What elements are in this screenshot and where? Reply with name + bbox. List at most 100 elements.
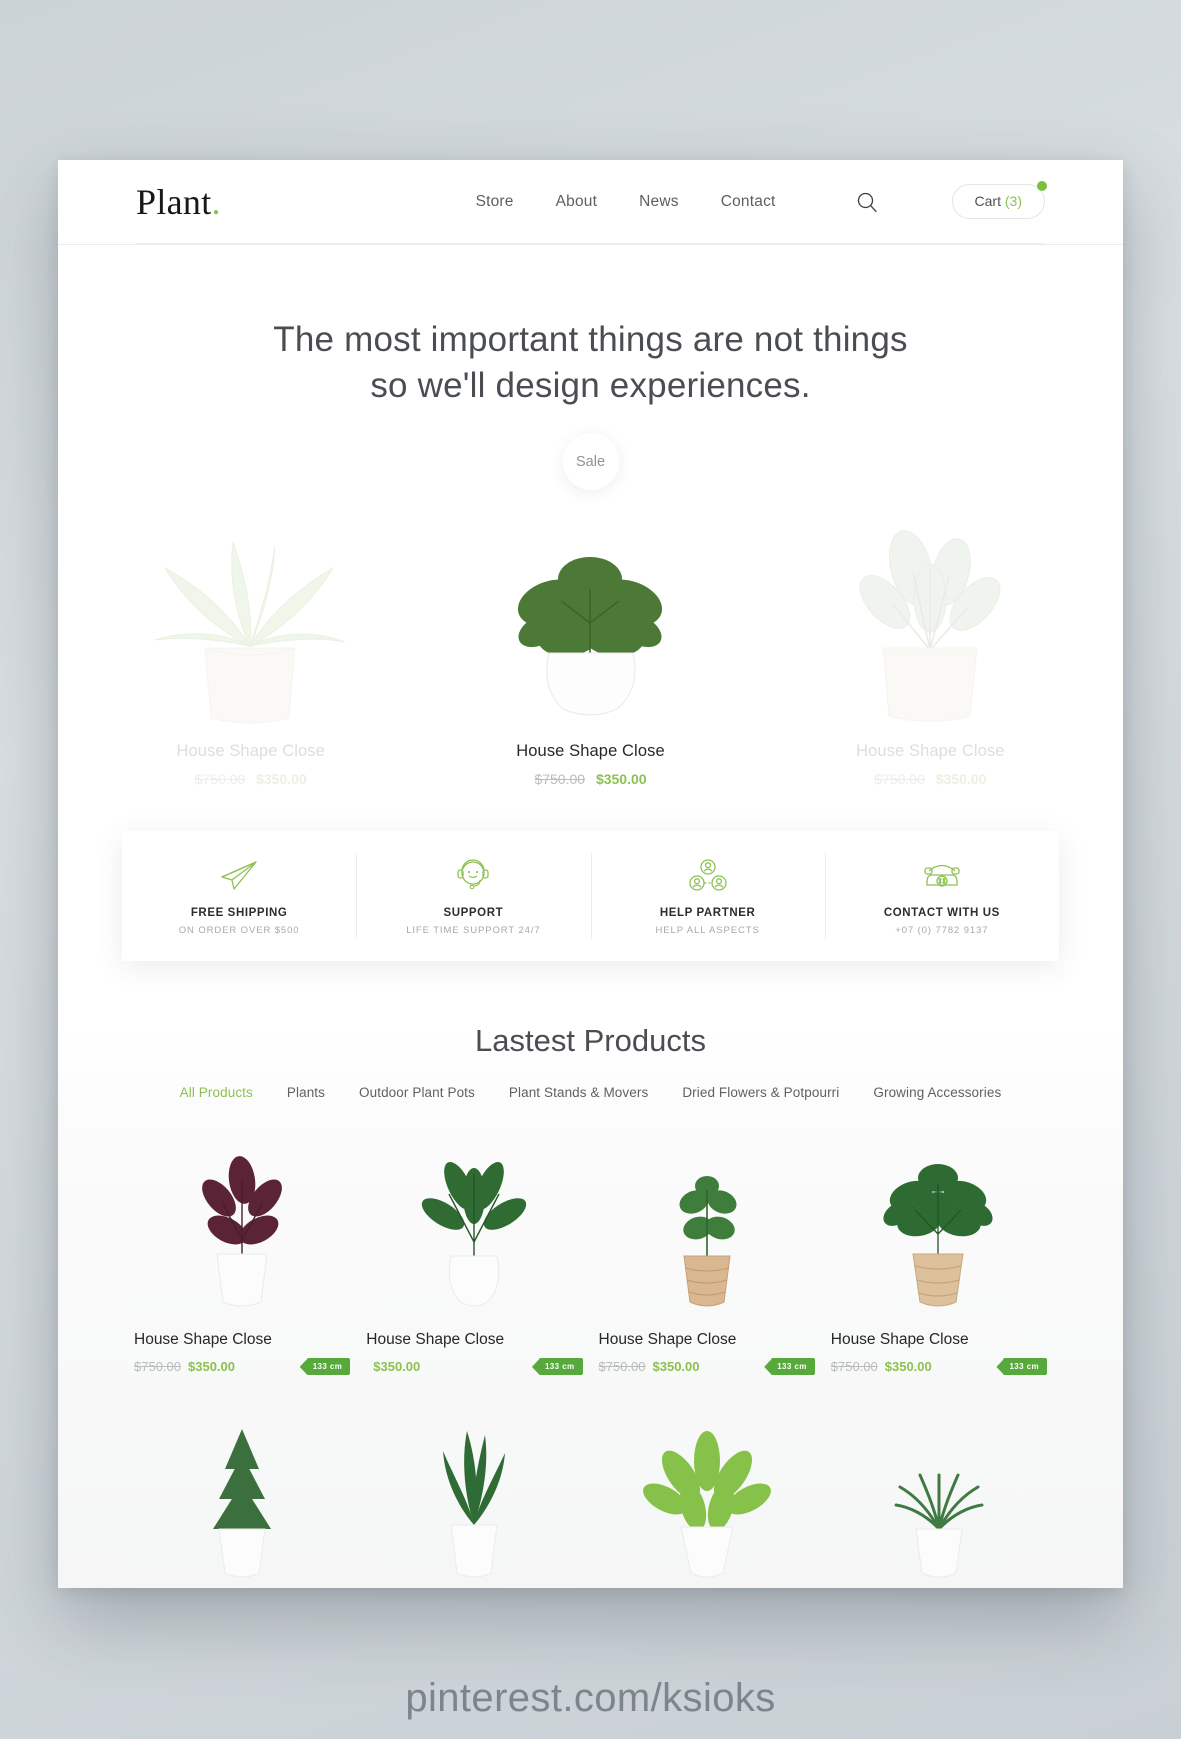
product-image-light-fern (599, 1411, 815, 1586)
logo-dot: . (211, 181, 221, 222)
product-name: House Shape Close (598, 1331, 737, 1349)
nav-item-about[interactable]: About (556, 193, 598, 211)
telephone-icon (921, 856, 963, 894)
filter-plant-stands-movers[interactable]: Plant Stands & Movers (509, 1085, 648, 1100)
filter-growing-accessories[interactable]: Growing Accessories (873, 1085, 1001, 1100)
sale-badge: Sale (562, 433, 619, 491)
product-card[interactable]: House Shape Close $750.00 $350.00 133 cm (591, 1140, 823, 1401)
feature-title: SUPPORT (443, 907, 504, 920)
product-name: House Shape Close (176, 742, 325, 761)
feature-subtitle: +07 (0) 7782 9137 (895, 925, 989, 937)
filter-outdoor-plant-pots[interactable]: Outdoor Plant Pots (359, 1085, 475, 1100)
product-filter-tabs: All Products Plants Outdoor Plant Pots P… (58, 1085, 1123, 1100)
product-price: $750.00 $350.00 (778, 771, 1083, 787)
feature-title: CONTACT WITH US (883, 907, 1000, 920)
filter-all-products[interactable]: All Products (180, 1085, 253, 1100)
product-name: House Shape Close (134, 1331, 272, 1349)
nav-item-store[interactable]: Store (476, 193, 514, 211)
product-image-bushy-plant (831, 1140, 1047, 1315)
price-original: $750.00 (534, 771, 586, 788)
product-image-broad-leaf (366, 1140, 582, 1315)
feature-free-shipping[interactable]: FREE SHIPPING ON ORDER OVER $500 (122, 831, 356, 961)
hero-line-1: The most important things are not things (273, 320, 908, 359)
price-current: $350.00 (652, 1359, 700, 1375)
paper-plane-icon (220, 856, 258, 894)
price-current: $350.00 (935, 771, 987, 788)
price-current: $350.00 (256, 771, 307, 788)
product-price: $750.00 $350.00 (438, 771, 743, 787)
price-original: $750.00 (598, 1359, 646, 1375)
feature-subtitle: LIFE TIME SUPPORT 24/7 (406, 925, 541, 937)
logo-text: Plant (136, 181, 212, 222)
product-card[interactable]: House Shape Close $350.00 133 cm (358, 1140, 590, 1401)
feature-title: HELP PARTNER (659, 907, 756, 920)
product-card[interactable]: House Shape Close $750.00 $350.00 133 cm (126, 1140, 358, 1401)
cart-notification-dot (1037, 181, 1047, 191)
product-meta: $750.00 $350.00 133 cm (830, 1358, 1047, 1376)
hero-section: The most important things are not things… (58, 245, 1123, 409)
size-badge: 133 cm (1003, 1358, 1047, 1376)
product-card[interactable]: House Shape Close $750.00 $350.00 133 cm (591, 1411, 823, 1588)
price-current: $350.00 (884, 1359, 932, 1375)
watermark: pinterest.com/ksioks (405, 1676, 776, 1720)
site-header: Plant. Store About News Contact Cart (3) (58, 160, 1123, 245)
price-original: $750.00 (874, 771, 925, 788)
filter-plants[interactable]: Plants (287, 1085, 325, 1100)
page-title: The most important things are not things… (58, 317, 1123, 409)
size-badge: 133 cm (306, 1358, 351, 1376)
hero-line-2: so we'll design experiences. (370, 366, 811, 406)
feature-help-partner[interactable]: HELP PARTNER HELP ALL ASPECTS (590, 831, 825, 961)
carousel-slide[interactable]: House Shape Close $750.00 $350.00 (778, 518, 1083, 787)
price-current: $350.00 (373, 1359, 421, 1375)
price-original: $750.00 (830, 1359, 878, 1375)
feature-subtitle: ON ORDER OVER $500 (178, 925, 300, 937)
product-name: House Shape Close (366, 1331, 505, 1349)
carousel-slide-active[interactable]: House Shape Close $750.00 $350.00 (438, 518, 743, 787)
product-price: $750.00 $350.00 (98, 771, 403, 787)
size-badge: 133 cm (771, 1358, 815, 1376)
product-image-succulent-basket (599, 1140, 815, 1315)
price-current: $350.00 (188, 1359, 235, 1375)
cart-count: (3) (1004, 193, 1022, 209)
product-card[interactable]: House Shape Close $750.00 $350.00 133 cm (823, 1411, 1055, 1588)
feature-title: FREE SHIPPING (190, 907, 288, 920)
website-preview-card: Plant. Store About News Contact Cart (3)… (58, 160, 1123, 1588)
product-card[interactable]: House Shape Close $750.00 $350.00 133 cm (126, 1411, 358, 1588)
product-image-snake-plant (366, 1411, 582, 1586)
cart-button[interactable]: Cart (3) (951, 181, 1047, 219)
price-current: $350.00 (595, 771, 647, 788)
latest-products-section: Lastest Products All Products Plants Out… (58, 1023, 1123, 1588)
feature-subtitle: HELP ALL ASPECTS (655, 925, 760, 937)
site-logo[interactable]: Plant. (136, 184, 221, 220)
search-icon[interactable] (854, 189, 880, 215)
product-meta: $750.00 $350.00 133 cm (134, 1358, 351, 1376)
product-meta: $350.00 133 cm (366, 1358, 583, 1376)
carousel-slide[interactable]: House Shape Close $750.00 $350.00 (98, 518, 403, 787)
product-card[interactable]: House Shape Close $750.00 $350.00 133 cm (823, 1140, 1055, 1401)
price-original: $750.00 (134, 1359, 181, 1375)
product-image-purple-leaf (134, 1140, 350, 1315)
product-name: House Shape Close (516, 742, 665, 761)
product-image-calathea (778, 518, 1083, 728)
features-bar: FREE SHIPPING ON ORDER OVER $500 SUPPORT… (122, 831, 1059, 962)
product-card[interactable]: House Shape Close $750.00 $350.00 133 cm (358, 1411, 590, 1588)
price-original: $750.00 (194, 771, 246, 788)
feature-contact[interactable]: CONTACT WITH US +07 (0) 7782 9137 (824, 831, 1059, 961)
product-image-fern (98, 518, 403, 728)
feature-support[interactable]: SUPPORT LIFE TIME SUPPORT 24/7 (356, 831, 590, 961)
filter-dried-flowers-potpourri[interactable]: Dried Flowers & Potpourri (682, 1085, 839, 1100)
product-image-grass-succulent (831, 1411, 1047, 1586)
product-name: House Shape Close (856, 742, 1005, 761)
product-image-conifer (134, 1411, 350, 1586)
product-meta: $750.00 $350.00 133 cm (598, 1358, 815, 1376)
section-title: Lastest Products (475, 1023, 706, 1059)
cart-label: Cart (974, 193, 1005, 209)
main-navigation: Store About News Contact Cart (3) (476, 181, 1047, 219)
nav-item-contact[interactable]: Contact (721, 193, 776, 211)
headset-support-icon (455, 856, 491, 894)
product-image-bush (438, 518, 743, 728)
product-grid: House Shape Close $750.00 $350.00 133 cm (58, 1140, 1123, 1588)
product-carousel: Sale House Shape Close $750.00 $350.00 H… (58, 433, 1123, 787)
nav-item-news[interactable]: News (639, 193, 679, 211)
size-badge: 133 cm (538, 1358, 583, 1376)
